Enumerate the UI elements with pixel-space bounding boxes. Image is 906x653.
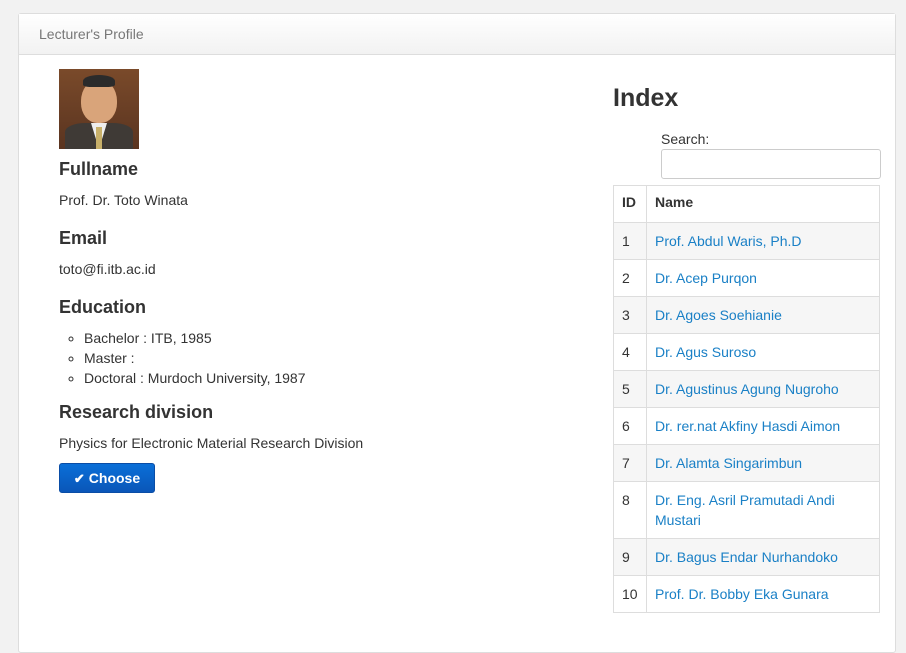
row-name-cell: Dr. Eng. Asril Pramutadi Andi Mustari [646,481,880,539]
row-id: 6 [613,407,647,445]
table-row: 2 Dr. Acep Purqon [613,259,880,297]
education-item-bachelor: Bachelor : ITB, 1985 [84,328,559,348]
table-row: 7 Dr. Alamta Singarimbun [613,444,880,482]
education-list: Bachelor : ITB, 1985 Master : Doctoral :… [59,328,559,388]
table-row: 9 Dr. Bagus Endar Nurhandoko [613,538,880,576]
row-name-cell: Dr. Agus Suroso [646,333,880,371]
fullname-heading: Fullname [59,159,139,179]
table-row: 1 Prof. Abdul Waris, Ph.D [613,222,880,260]
lecturer-link[interactable]: Prof. Abdul Waris, Ph.D [655,233,802,249]
row-id: 10 [613,575,647,613]
education-heading: Education [59,297,147,317]
row-name-cell: Dr. Acep Purqon [646,259,880,297]
row-id: 4 [613,333,647,371]
lecturer-link[interactable]: Dr. Eng. Asril Pramutadi Andi Mustari [655,492,835,528]
row-name-cell: Prof. Dr. Bobby Eka Gunara [646,575,880,613]
row-name-cell: Dr. Bagus Endar Nurhandoko [646,538,880,576]
education-item-master: Master : [84,348,559,368]
row-id: 7 [613,444,647,482]
fullname-value: Prof. Dr. Toto Winata [59,192,188,208]
table-row: 10 Prof. Dr. Bobby Eka Gunara [613,575,880,613]
row-name-cell: Dr. Alamta Singarimbun [646,444,880,482]
column-header-name[interactable]: Name [646,185,880,223]
row-id: 3 [613,296,647,334]
search-label: Search: [661,131,710,147]
row-name-cell: Dr. Agustinus Agung Nugroho [646,370,880,408]
search-input[interactable] [661,149,881,179]
row-name-cell: Prof. Abdul Waris, Ph.D [646,222,880,260]
lecturer-link[interactable]: Dr. Alamta Singarimbun [655,455,802,471]
research-value: Physics for Electronic Material Research… [59,435,364,451]
lecturer-link[interactable]: Dr. Bagus Endar Nurhandoko [655,549,838,565]
lecturer-photo [59,69,139,149]
lecturer-link[interactable]: Dr. Acep Purqon [655,270,757,286]
email-value: toto@fi.itb.ac.id [59,261,156,277]
lecturer-link[interactable]: Dr. Agus Suroso [655,344,756,360]
column-header-id[interactable]: ID [613,185,647,223]
table-header-row: ID Name [613,185,880,223]
row-id: 2 [613,259,647,297]
profile-section: Fullname Prof. Dr. Toto Winata Email tot… [59,69,559,493]
table-row: 8 Dr. Eng. Asril Pramutadi Andi Mustari [613,481,880,539]
index-title: Index [613,84,679,112]
row-id: 9 [613,538,647,576]
table-row: 4 Dr. Agus Suroso [613,333,880,371]
choose-button[interactable]: ✔ Choose [59,463,155,493]
row-id: 5 [613,370,647,408]
row-name-cell: Dr. Agoes Soehianie [646,296,880,334]
row-name-cell: Dr. rer.nat Akfiny Hasdi Aimon [646,407,880,445]
lecturer-link[interactable]: Dr. Agoes Soehianie [655,307,782,323]
email-heading: Email [59,228,108,248]
row-id: 1 [613,222,647,260]
table-row: 5 Dr. Agustinus Agung Nugroho [613,370,880,408]
search-area: Search: [661,131,881,179]
profile-panel: Lecturer's Profile Fullname Prof. Dr. To… [18,13,896,653]
table-row: 3 Dr. Agoes Soehianie [613,296,880,334]
lecturer-link[interactable]: Prof. Dr. Bobby Eka Gunara [655,586,829,602]
check-icon: ✔ [73,471,85,486]
row-id: 8 [613,481,647,539]
education-item-doctoral: Doctoral : Murdoch University, 1987 [84,368,559,388]
lecturer-table: ID Name 1 Prof. Abdul Waris, Ph.D 2 Dr. … [613,185,880,613]
table-row: 6 Dr. rer.nat Akfiny Hasdi Aimon [613,407,880,445]
lecturer-link[interactable]: Dr. Agustinus Agung Nugroho [655,381,839,397]
index-section: Index Search: ID Name 1 Prof. Abdul Wari… [613,84,881,613]
research-heading: Research division [59,402,214,422]
lecturer-link[interactable]: Dr. rer.nat Akfiny Hasdi Aimon [655,418,840,434]
choose-label: Choose [88,470,141,486]
panel-title: Lecturer's Profile [19,14,895,55]
